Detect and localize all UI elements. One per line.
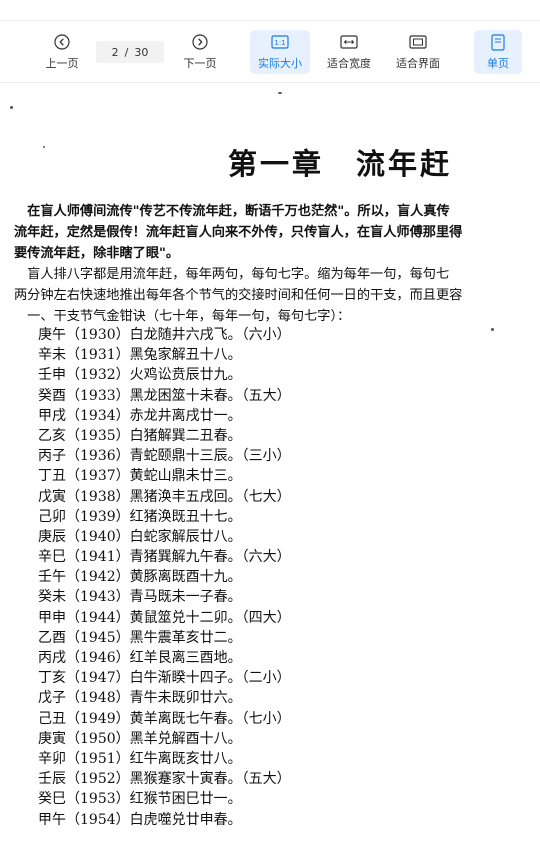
fit-page-label: 适合界面	[396, 57, 440, 70]
verse-line: 戊寅（1938）黑猪涣丰五戌回。（七大）	[38, 488, 291, 505]
chapter-title: 第一章 流年赶	[228, 147, 453, 181]
page-current[interactable]: 2	[112, 46, 119, 59]
verse-line: 丙子（1936）青蛇颐鼎十三辰。（三小）	[38, 448, 291, 465]
verse-line: 壬申（1932）火鸡讼贲辰廿九。	[38, 367, 242, 384]
fit-page-icon	[409, 33, 427, 51]
fit-width-icon	[340, 33, 358, 51]
paragraph-line: 要传流年赶，除非瞎了眼"。	[14, 246, 180, 261]
verse-line: 壬辰（1952）黑猴蹇家十寅春。（五大）	[38, 771, 291, 788]
verse-line: 癸巳（1953）红猴节困巳廿一。	[38, 791, 242, 808]
scan-speck	[278, 92, 282, 94]
prev-page-label: 上一页	[45, 57, 79, 70]
page-indicator[interactable]: 2 / 30	[96, 41, 164, 63]
fit-width-label: 适合宽度	[327, 57, 371, 70]
single-page-label: 单页	[487, 57, 509, 70]
verse-line: 庚寅（1950）黑羊兑解酉十八。	[38, 730, 242, 747]
verse-line: 癸未（1943）青马既未一子春。	[38, 589, 242, 606]
verse-line: 丙戌（1946）红羊艮离三酉地。	[38, 650, 242, 666]
next-page-label: 下一页	[183, 57, 217, 70]
fit-page-button[interactable]: 适合界面	[388, 30, 448, 74]
verse-line: 戊子（1948）青牛未既卯廿六。	[38, 690, 242, 707]
verse-line: 庚辰（1940）白蛇家解辰廿八。	[38, 528, 242, 545]
verse-line: 甲申（1944）黄鼠筮兑十二卯。（四大）	[38, 609, 291, 626]
next-page-button[interactable]: 下一页	[178, 30, 222, 74]
verse-line: 丁丑（1937）黄蛇山鼎未廿三。	[38, 468, 242, 485]
single-page-icon	[489, 33, 507, 51]
verse-line: 辛未（1931）黑兔家解丑十八。	[38, 347, 242, 364]
verse-line: 庚午（1930）白龙随井六戌飞。（六小）	[38, 327, 291, 343]
svg-text:1:1: 1:1	[274, 39, 285, 47]
single-page-button[interactable]: 单页	[474, 30, 522, 74]
scan-speck	[43, 146, 45, 148]
page-total: 30	[134, 45, 149, 59]
verse-line: 乙酉（1945）黑牛震革亥廿二。	[38, 629, 242, 646]
verse-line: 丁亥（1947）白牛渐睽十四子。（二小）	[38, 670, 291, 687]
verse-line: 己卯（1939）红猪涣既丑十七。	[38, 508, 242, 525]
section-heading: 一、干支节气金钳诀（七十年，每年一句，每句七字）：	[14, 309, 351, 324]
verse-line: 乙亥（1935）白猪解巽二丑春。	[38, 427, 242, 444]
paragraph-line: 流年赶，定然是假传！流年赶盲人向来不外传，只传盲人，在盲人师傅那里得	[14, 225, 463, 240]
prev-page-button[interactable]: 上一页	[40, 30, 84, 74]
verse-line: 甲戌（1934）赤龙井离戌廿一。	[38, 407, 242, 424]
scan-speck	[491, 328, 494, 331]
chevron-right-circle-icon	[191, 33, 209, 51]
paragraph-line: 盲人排八字都是用流年赶，每年两句，每句七字。缩为每年一句，每句七	[14, 267, 450, 282]
chevron-left-circle-icon	[53, 33, 71, 51]
paragraph-line: 两分钟左右快速地推出每年各个节气的交接时间和任何一日的干支，而且更容	[14, 288, 463, 303]
paragraph-line: 在盲人师傅间流传"传艺不传流年赶，断语千万也茫然"。所以，盲人真传	[14, 204, 450, 219]
actual-size-label: 实际大小	[258, 57, 302, 70]
verse-line: 己丑（1949）黄羊离既七午春。（七小）	[38, 710, 291, 727]
viewer-toolbar: 上一页 2 / 30 下一页 1:1 实际大小 适合宽度 适合界面 单页	[0, 0, 540, 83]
verse-line: 癸酉（1933）黑龙困筮十未春。（五大）	[38, 387, 291, 404]
verse-line: 壬午（1942）黄豚离既酉十九。	[38, 569, 242, 586]
verse-line: 甲午（1954）白虎噬兑廿申春。	[38, 811, 242, 828]
verse-line: 辛巳（1941）青猪巽解九午春。（六大）	[38, 549, 291, 566]
document-page: 第一章 流年赶 在盲人师傅间流传"传艺不传流年赶，断语千万也茫然"。所以，盲人真…	[0, 83, 540, 847]
fit-width-button[interactable]: 适合宽度	[320, 30, 378, 74]
actual-size-icon: 1:1	[271, 33, 289, 51]
scan-speck	[10, 106, 13, 109]
page-separator: /	[124, 45, 129, 59]
actual-size-button[interactable]: 1:1 实际大小	[250, 30, 310, 74]
toolbar-top-divider	[0, 20, 540, 21]
verse-list: 庚午（1930）白龙随井六戌飞。（六小） 辛未（1931）黑兔家解丑十八。 壬申…	[38, 325, 291, 830]
verse-line: 辛卯（1951）红牛离既亥廿八。	[38, 750, 242, 767]
